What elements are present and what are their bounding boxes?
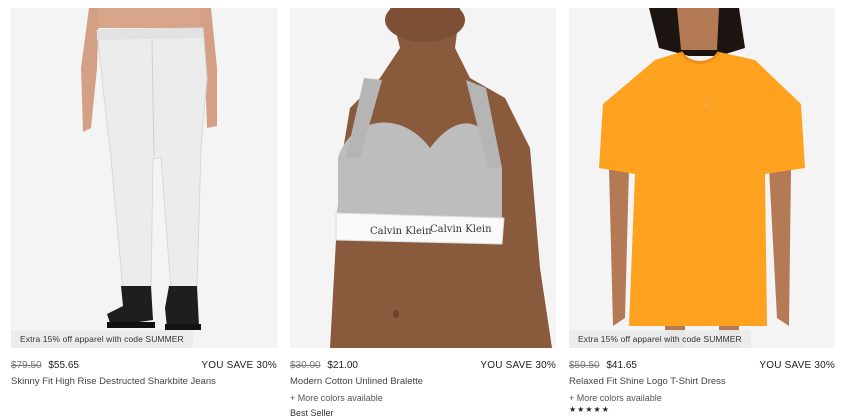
best-seller-badge: Best Seller <box>290 408 334 418</box>
product-image-tshirt-dress[interactable]: CK Extra 15% off apparel with code SUMME… <box>569 8 835 348</box>
promo-badge: Extra 15% off apparel with code SUMMER <box>11 329 193 348</box>
orange-tshirt-dress-image: CK <box>569 8 835 348</box>
savings-label: YOU SAVE 30% <box>759 359 835 371</box>
svg-text:Calvin Klein: Calvin Klein <box>370 226 432 237</box>
product-name[interactable]: Skinny Fit High Rise Destructed Sharkbit… <box>11 376 277 388</box>
original-price: $59.50 <box>569 359 600 371</box>
sale-price: $21.00 <box>327 359 358 371</box>
savings-label: YOU SAVE 30% <box>201 359 277 371</box>
product-card[interactable]: Calvin Klein Calvin Klein $30.00 $21.00 … <box>290 0 556 419</box>
svg-text:CK: CK <box>696 100 710 111</box>
grey-bralette-image: Calvin Klein Calvin Klein <box>290 8 556 348</box>
product-image-bralette[interactable]: Calvin Klein Calvin Klein <box>290 8 556 348</box>
original-price: $30.00 <box>290 359 321 371</box>
savings-label: YOU SAVE 30% <box>480 359 556 371</box>
white-jeans-image <box>11 8 277 348</box>
original-price: $79.50 <box>11 359 42 371</box>
product-name[interactable]: Modern Cotton Unlined Bralette <box>290 376 556 388</box>
more-colors-link[interactable]: + More colors available <box>569 392 835 404</box>
price-row: $30.00 $21.00 YOU SAVE 30% <box>290 359 556 371</box>
sale-price: $41.65 <box>606 359 637 371</box>
more-colors-link[interactable]: + More colors available <box>290 392 556 404</box>
sale-price: $55.65 <box>48 359 79 371</box>
svg-text:Calvin Klein: Calvin Klein <box>430 224 492 235</box>
promo-badge: Extra 15% off apparel with code SUMMER <box>569 329 751 348</box>
product-image-white-jeans[interactable]: Extra 15% off apparel with code SUMMER <box>11 8 277 348</box>
rating-stars: ★★★★★ <box>569 405 610 414</box>
price-row: $59.50 $41.65 YOU SAVE 30% <box>569 359 835 371</box>
product-card[interactable]: Extra 15% off apparel with code SUMMER $… <box>11 0 277 388</box>
product-card[interactable]: CK Extra 15% off apparel with code SUMME… <box>569 0 835 415</box>
product-name[interactable]: Relaxed Fit Shine Logo T-Shirt Dress <box>569 376 835 388</box>
price-row: $79.50 $55.65 YOU SAVE 30% <box>11 359 277 371</box>
